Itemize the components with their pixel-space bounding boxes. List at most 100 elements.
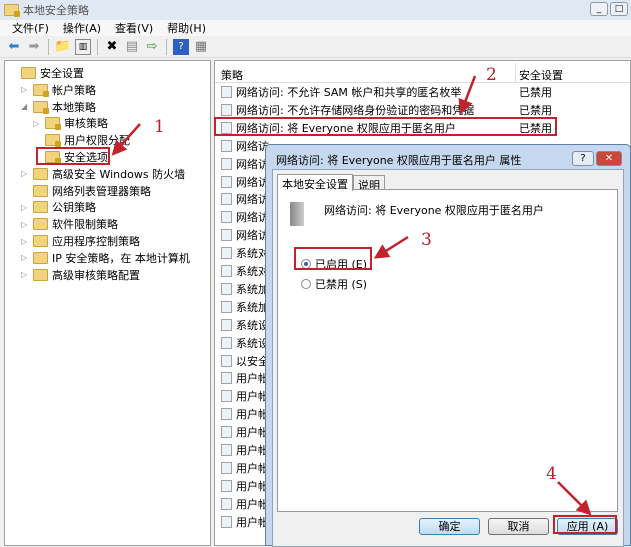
tree-item[interactable]: 网络列表管理器策略 — [21, 183, 151, 199]
back-icon[interactable]: ⬅ — [6, 39, 22, 55]
column-policy[interactable]: 策略 — [221, 67, 243, 83]
tree-item-label: 审核策略 — [64, 117, 108, 131]
policy-icon — [221, 157, 232, 170]
policy-icon — [221, 390, 232, 403]
tree-item-label: 本地策略 — [52, 100, 96, 114]
tree-item-label: 高级审核策略配置 — [52, 268, 140, 282]
radio-disabled[interactable]: 已禁用 (S) — [301, 276, 367, 292]
tree-item[interactable]: ▷ IP 安全策略，在 本地计算机 — [21, 250, 190, 266]
policy-icon — [221, 426, 232, 439]
help-icon[interactable]: ? — [173, 38, 189, 55]
tree-pane: 安全设置 ▷ 帐户策略 ◢ 本地策略 ▷ 审核策略 用户权限分配 安全选项 ▷ 高级安全 Windo… — [4, 60, 211, 546]
policy-icon — [221, 139, 232, 152]
tree-item[interactable]: 安全设置 — [9, 65, 84, 81]
expand-icon[interactable]: ▷ — [21, 220, 29, 229]
forward-icon[interactable]: ➡ — [26, 39, 42, 55]
policy-icon — [221, 515, 232, 528]
ok-button[interactable]: 确定 — [419, 518, 480, 535]
policy-icon — [221, 265, 232, 277]
policy-setting: 已禁用 — [519, 103, 552, 117]
policy-name: 网络访问: 将 Everyone 权限应用于匿名用户 — [324, 204, 544, 217]
policy-icon — [221, 336, 232, 349]
expand-icon[interactable]: ▷ — [21, 237, 29, 246]
tree-item[interactable]: 用户权限分配 — [33, 132, 130, 148]
properties-dialog: 网络访问: 将 Everyone 权限应用于匿名用户 属性 ? ✕ 本地安全设置… — [265, 144, 631, 547]
folder-icon — [33, 235, 48, 247]
window-title: 本地安全策略 — [23, 4, 89, 17]
column-setting[interactable]: 安全设置 — [519, 67, 563, 83]
toolbar: ⬅ ➡ 📁 ▥ ✖ ▤ ⇨ ? ▦ — [0, 36, 631, 58]
expand-icon[interactable]: ▷ — [33, 119, 41, 128]
tree-item[interactable]: ◢ 本地策略 — [21, 99, 96, 115]
policy-name: 网络访问: 不允许 SAM 帐户和共享的匿名枚举 — [236, 86, 462, 99]
divider — [166, 38, 167, 55]
folder-icon — [33, 184, 48, 197]
maximize-button[interactable]: □ — [610, 2, 628, 16]
policy-icon — [221, 372, 232, 385]
view-icon[interactable]: ▦ — [193, 39, 209, 55]
annotation-3: 3 — [421, 230, 432, 250]
app-icon — [4, 4, 20, 17]
tree-item-label: 公钥策略 — [52, 201, 96, 215]
close-button[interactable]: ✕ — [596, 151, 622, 166]
radio-label: 已禁用 (S) — [315, 278, 368, 291]
tree-item[interactable]: ▷ 高级审核策略配置 — [21, 267, 140, 283]
policy-icon — [221, 247, 232, 260]
properties-icon[interactable]: ▤ — [124, 39, 140, 55]
list-header: 策略 安全设置 — [215, 63, 630, 83]
annotation-2: 2 — [486, 65, 497, 85]
highlight-policy-row — [214, 117, 557, 136]
help-button[interactable]: ? — [572, 151, 594, 166]
expand-icon[interactable]: ▷ — [21, 270, 29, 279]
folder-icon — [33, 268, 48, 281]
policy-icon — [221, 175, 232, 188]
radio-button[interactable] — [301, 279, 311, 289]
folder-icon — [33, 251, 48, 264]
show-tree-icon[interactable]: ▥ — [75, 38, 91, 55]
tree-item[interactable]: ▷ 公钥策略 — [21, 199, 96, 215]
policy-name: 网络访问: 不允许存储网络身份验证的密码和凭据 — [236, 103, 475, 117]
minimize-button[interactable]: _ — [590, 2, 608, 16]
divider — [97, 38, 98, 55]
table-row[interactable]: 网络访问: 不允许 SAM 帐户和共享的匿名枚举 已禁用 — [217, 83, 627, 101]
menu-bar: 文件(F) 操作(A) 查看(V) 帮助(H) — [0, 20, 631, 36]
tree-item-label: 应用程序控制策略 — [52, 235, 140, 248]
tab-local-setting[interactable]: 本地安全设置 — [277, 174, 353, 191]
tree-item[interactable]: ▷ 应用程序控制策略 — [21, 233, 140, 249]
expand-icon[interactable]: ◢ — [21, 102, 29, 111]
policy-icon — [221, 103, 232, 116]
up-folder-icon[interactable]: 📁 — [55, 39, 71, 55]
policy-icon — [221, 300, 232, 313]
menu-help[interactable]: 帮助(H) — [167, 20, 206, 36]
menu-file[interactable]: 文件(F) — [12, 20, 49, 36]
menu-action[interactable]: 操作(A) — [63, 20, 101, 36]
tree-item-label: 帐户策略 — [52, 83, 96, 97]
expand-icon[interactable]: ▷ — [21, 203, 29, 212]
policy-icon — [221, 229, 232, 242]
tree-item[interactable]: ▷ 高级安全 Windows 防火墙 — [21, 166, 185, 182]
delete-icon[interactable]: ✖ — [104, 39, 120, 55]
tree-item[interactable]: ▷ 审核策略 — [33, 115, 108, 131]
expand-icon[interactable]: ▷ — [21, 253, 29, 262]
export-icon[interactable]: ⇨ — [144, 39, 160, 55]
folder-icon — [33, 218, 48, 231]
tree-item[interactable]: ▷ 帐户策略 — [21, 82, 96, 98]
expand-icon[interactable]: ▷ — [21, 85, 29, 94]
folder-icon — [33, 167, 48, 180]
folder-icon — [45, 134, 61, 148]
cancel-button[interactable]: 取消 — [488, 518, 549, 535]
menu-view[interactable]: 查看(V) — [115, 20, 153, 36]
tree-item-label: IP 安全策略，在 本地计算机 — [52, 251, 190, 265]
policy-icon — [221, 354, 232, 367]
highlight-security-options — [36, 147, 110, 165]
policy-icon — [221, 479, 232, 492]
title-bar: 本地安全策略 _ □ — [0, 0, 631, 20]
policy-icon — [221, 318, 232, 331]
policy-setting: 已禁用 — [519, 86, 552, 99]
column-divider[interactable] — [515, 63, 516, 83]
policy-icon — [221, 211, 232, 224]
tree-item[interactable]: ▷ 软件限制策略 — [21, 216, 118, 232]
folder-icon — [33, 201, 48, 214]
expand-icon[interactable]: ▷ — [21, 169, 29, 178]
policy-icon — [221, 444, 232, 456]
